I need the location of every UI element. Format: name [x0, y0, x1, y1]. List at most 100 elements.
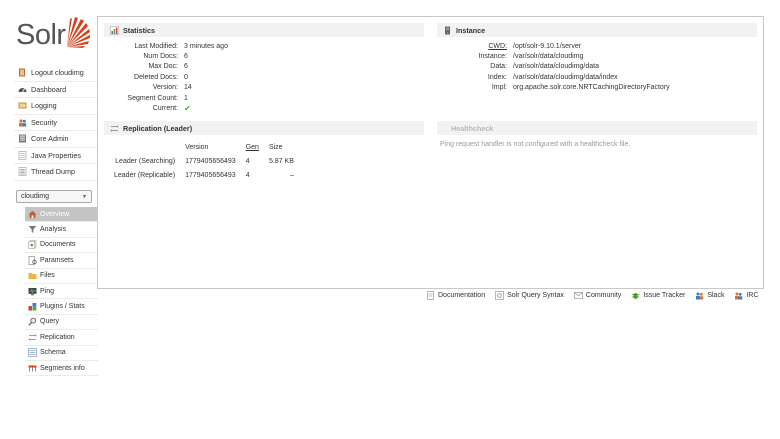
- segments-icon: [28, 364, 37, 373]
- instance-value: org.apache.solr.core.NRTCachingDirectory…: [513, 84, 670, 92]
- footer-community-link[interactable]: Community: [574, 291, 621, 300]
- table-row: Leader (Replicable) 1779405656493 4 –: [114, 168, 299, 182]
- core-selector[interactable]: cloudimg ▼: [16, 190, 92, 203]
- replication-version: 1779405656493: [185, 157, 236, 165]
- nav-label: Dashboard: [31, 84, 67, 94]
- core-menu-label: Files: [40, 272, 55, 280]
- stat-row: Version: 14: [104, 83, 228, 93]
- core-menu-analysis[interactable]: Analysis: [25, 222, 98, 238]
- core-menu-label: Analysis: [40, 226, 67, 234]
- bug-icon: [631, 291, 640, 300]
- content-panel: Statistics Last Modified: 3 minutes ago N…: [97, 16, 764, 289]
- instance-key: CWD:: [488, 42, 507, 50]
- nav-security[interactable]: Security: [14, 115, 98, 131]
- slack-people-icon: [695, 291, 704, 300]
- stat-row: Last Modified: 3 minutes ago: [104, 41, 228, 51]
- stat-key: Max Doc:: [148, 63, 178, 71]
- core-menu-label: Plugins / Stats: [40, 303, 85, 311]
- instance-row: Instance: /var/solr/data/cloudimg: [437, 51, 670, 61]
- core-menu-segments-info[interactable]: Segments info: [25, 361, 98, 377]
- solr-logo[interactable]: Solr: [14, 15, 90, 55]
- stat-value: 0: [184, 73, 188, 81]
- logout-icon: [18, 68, 27, 77]
- stat-value: 1: [184, 94, 188, 102]
- replication-title: Replication (Leader): [123, 123, 193, 133]
- footer-link-label: Issue Tracker: [643, 292, 686, 299]
- instance-list: CWD: /opt/solr-9.10.1/server Instance: /va…: [437, 41, 670, 93]
- main-nav: Logout cloudimg Dashboard Logging Securi…: [14, 65, 98, 181]
- nav-logout[interactable]: Logout cloudimg: [14, 65, 98, 82]
- instance-header: Instance: [437, 23, 757, 37]
- replication-row-label: Leader (Searching): [115, 157, 176, 165]
- stat-row: Max Doc: 6: [104, 62, 228, 72]
- replication-size: –: [289, 171, 294, 179]
- replication-col-gen[interactable]: Gen: [241, 140, 264, 154]
- footer-issue-tracker-link[interactable]: Issue Tracker: [631, 291, 685, 300]
- instance-value: /opt/solr-9.10.1/server: [513, 42, 582, 50]
- nav-logging[interactable]: Logging: [14, 98, 98, 115]
- nav-core-admin[interactable]: Core Admin: [14, 131, 98, 148]
- core-menu-query[interactable]: Query: [25, 315, 98, 331]
- healthcheck-header: Healthcheck: [437, 121, 757, 135]
- core-menu-paramsets[interactable]: Paramsets: [25, 253, 98, 269]
- server-icon: [443, 26, 452, 35]
- footer-link-label: IRC: [746, 292, 759, 299]
- security-users-icon: [18, 118, 27, 127]
- logo-text: Solr: [16, 19, 66, 51]
- core-menu-replication[interactable]: Replication: [25, 330, 98, 346]
- thread-dump-icon: [18, 167, 27, 177]
- stat-row: Segment Count: 1: [104, 93, 228, 103]
- core-menu-label: Documents: [40, 241, 76, 249]
- core-menu-documents[interactable]: Documents: [25, 238, 98, 254]
- stat-value: 3 minutes ago: [184, 42, 228, 50]
- replication-col-size: Size: [268, 143, 283, 151]
- replication-gen: 4: [245, 171, 250, 179]
- replication-version: 1779405656493: [185, 171, 236, 179]
- stat-value: 6: [184, 63, 188, 71]
- instance-key: Impl:: [491, 84, 507, 92]
- footer-documentation-link[interactable]: Documentation: [426, 291, 485, 300]
- nav-dashboard[interactable]: Dashboard: [14, 82, 98, 98]
- replication-header-row: Version Gen Size: [114, 140, 299, 154]
- statistics-list: Last Modified: 3 minutes ago Num Docs: 6 M…: [104, 41, 228, 114]
- core-menu-ping[interactable]: Ping: [25, 284, 98, 300]
- stat-value: 14: [184, 84, 192, 92]
- footer-link-label: Community: [585, 292, 622, 299]
- footer-query-syntax-link[interactable]: Solr Query Syntax: [495, 291, 564, 300]
- instance-key: Data:: [490, 63, 507, 71]
- core-menu-files[interactable]: Files: [25, 269, 98, 284]
- stat-key: Last Modified:: [134, 42, 178, 50]
- core-menu-schema[interactable]: Schema: [25, 346, 98, 361]
- stat-value: 6: [184, 53, 188, 61]
- core-menu-label: Replication: [40, 333, 75, 341]
- nav-java-properties[interactable]: Java Properties: [14, 148, 98, 164]
- core-menu: Overview Analysis Documents Paramsets Fi…: [25, 207, 98, 377]
- core-menu-label: Segments info: [40, 364, 85, 372]
- search-icon: [28, 317, 37, 327]
- nav-label: Security: [31, 117, 57, 127]
- footer-slack-link[interactable]: Slack: [695, 291, 724, 300]
- footer-irc-link[interactable]: IRC: [734, 291, 759, 300]
- instance-value: /var/solr/data/cloudimg/data/index: [513, 73, 618, 81]
- java-properties-icon: [18, 150, 27, 160]
- stat-row: Num Docs: 6: [104, 51, 228, 61]
- stat-key: Num Docs:: [143, 53, 178, 61]
- stat-key: Segment Count:: [127, 94, 178, 102]
- logging-icon: [18, 101, 27, 110]
- instance-row: CWD: /opt/solr-9.10.1/server: [437, 41, 670, 51]
- instance-key: Instance:: [478, 53, 507, 61]
- stat-key: Current:: [152, 105, 178, 113]
- home-icon: [28, 210, 37, 219]
- stat-key: Deleted Docs:: [134, 73, 178, 81]
- core-menu-overview[interactable]: Overview: [25, 207, 98, 223]
- query-syntax-icon: [495, 291, 504, 300]
- core-menu-label: Overview: [40, 210, 70, 218]
- mail-icon: [574, 291, 583, 300]
- replication-table: Version Gen Size Leader (Searching) 1779…: [114, 140, 299, 182]
- stat-row: Deleted Docs: 0: [104, 72, 228, 82]
- core-menu-plugins-stats[interactable]: Plugins / Stats: [25, 299, 98, 315]
- stat-key: Version:: [152, 84, 178, 92]
- nav-thread-dump[interactable]: Thread Dump: [14, 164, 98, 181]
- replication-col-version: Version: [185, 143, 209, 151]
- replication-header: Replication (Leader): [104, 121, 424, 135]
